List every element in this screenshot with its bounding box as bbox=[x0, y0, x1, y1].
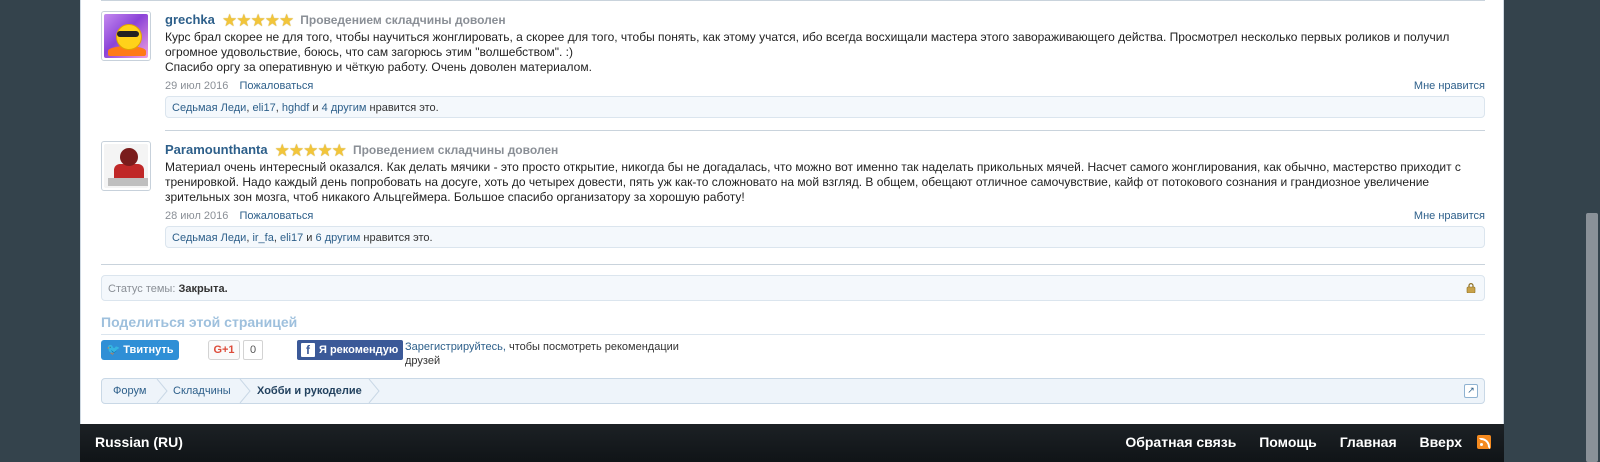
jump-to-icon[interactable]: ↗ bbox=[1464, 384, 1478, 398]
facebook-label: Я рекомендую bbox=[319, 344, 399, 356]
username-link[interactable]: grechka bbox=[165, 12, 215, 27]
chevron-right-icon bbox=[368, 379, 380, 403]
message-line: огромное удовольствие, боюсь, что сам за… bbox=[165, 45, 573, 59]
footer: Russian (RU) Обратная связь Помощь Главн… bbox=[80, 424, 1504, 462]
share-title: Поделиться этой страницей bbox=[101, 312, 1485, 335]
post-meta: 29 июл 2016 Пожаловаться Мне нравится bbox=[165, 79, 1485, 93]
gplus-button[interactable]: G+1 bbox=[208, 340, 240, 360]
tweet-label: Твитнуть bbox=[123, 344, 174, 356]
thread-status-value: Закрыта. bbox=[178, 283, 228, 295]
liker-link[interactable]: Седьмая Леди bbox=[172, 232, 246, 244]
review-verdict: Проведением складчины доволен bbox=[300, 13, 506, 27]
avatar[interactable] bbox=[101, 141, 151, 191]
review-post: grechka ★★★★★ Проведением складчины дово… bbox=[101, 11, 1485, 123]
star-icon: ★ bbox=[303, 141, 318, 160]
post-date[interactable]: 28 июл 2016 bbox=[165, 210, 228, 222]
like-link[interactable]: Мне нравится bbox=[1414, 79, 1485, 93]
chevron-right-icon bbox=[239, 379, 251, 403]
breadcrumb-skladchiny[interactable]: Складчины bbox=[173, 379, 231, 403]
star-icon: ★ bbox=[278, 11, 294, 30]
likes-summary: Седьмая Леди, eli17, hghdf и 4 другим нр… bbox=[165, 96, 1485, 118]
post-header: grechka ★★★★★ Проведением складчины дово… bbox=[165, 11, 1485, 29]
language-chooser[interactable]: Russian (RU) bbox=[95, 434, 183, 450]
avatar[interactable] bbox=[101, 11, 151, 61]
post-content: Paramounthanta ★★★★★ Проведением складчи… bbox=[165, 141, 1485, 248]
scrollbar[interactable] bbox=[1583, 0, 1600, 462]
others-link[interactable]: 6 другим bbox=[316, 232, 361, 244]
others-link[interactable]: 4 другим bbox=[322, 102, 367, 114]
footer-link-top[interactable]: Вверх bbox=[1420, 434, 1462, 450]
liker-link[interactable]: Седьмая Леди bbox=[172, 102, 246, 114]
scrollbar-thumb[interactable] bbox=[1586, 213, 1598, 462]
footer-link-feedback[interactable]: Обратная связь bbox=[1125, 434, 1236, 450]
breadcrumb-hobby[interactable]: Хобби и рукоделие bbox=[257, 379, 362, 403]
liker-link[interactable]: hghdf bbox=[282, 102, 310, 114]
avatar-image bbox=[104, 144, 148, 188]
facebook-recommend-text: Зарегистрируйтесь, чтобы посмотреть реко… bbox=[405, 340, 695, 368]
likes-suffix: нравится это. bbox=[363, 232, 433, 244]
gplus-count: 0 bbox=[243, 340, 263, 360]
post-date[interactable]: 29 июл 2016 bbox=[165, 80, 228, 92]
rss-icon[interactable] bbox=[1477, 435, 1491, 449]
footer-link-home[interactable]: Главная bbox=[1340, 434, 1397, 450]
review-post: Paramounthanta ★★★★★ Проведением складчи… bbox=[101, 141, 1485, 253]
message-line: зрительных зон мозга, чтоб никакого Альц… bbox=[165, 190, 745, 204]
footer-link-help[interactable]: Помощь bbox=[1259, 434, 1317, 450]
username-link[interactable]: Paramounthanta bbox=[165, 142, 268, 157]
post-message: Курс брал скорее не для того, чтобы науч… bbox=[165, 30, 1485, 75]
star-icon: ★ bbox=[331, 141, 347, 160]
liker-link[interactable]: eli17 bbox=[280, 232, 303, 244]
report-link[interactable]: Пожаловаться bbox=[239, 210, 313, 222]
facebook-recommend-button[interactable]: f Я рекомендую bbox=[297, 340, 403, 360]
star-icon: ★ bbox=[317, 141, 332, 160]
post-meta: 28 июл 2016 Пожаловаться Мне нравится bbox=[165, 209, 1485, 223]
star-icon: ★ bbox=[288, 141, 304, 160]
post-divider bbox=[101, 264, 1485, 265]
post-content: grechka ★★★★★ Проведением складчины дово… bbox=[165, 11, 1485, 118]
likes-and: и bbox=[312, 102, 319, 114]
likes-suffix: нравится это. bbox=[369, 102, 439, 114]
tweet-button[interactable]: 🐦 Твитнуть bbox=[101, 340, 179, 360]
breadcrumb: Форум Складчины Хобби и рукоделие ↗ bbox=[101, 378, 1485, 404]
likes-summary: Седьмая Леди, ir_fa, eli17 и 6 другим нр… bbox=[165, 226, 1485, 248]
message-line: Спасибо оргу за оперативную и чёткую раб… bbox=[165, 60, 592, 74]
message-line: Материал очень интересный оказался. Как … bbox=[165, 160, 1461, 174]
review-verdict: Проведением складчины доволен bbox=[352, 143, 559, 157]
post-header: Paramounthanta ★★★★★ Проведением складчи… bbox=[165, 141, 1485, 159]
star-icon: ★ bbox=[264, 11, 280, 30]
thread-status-label: Статус темы: bbox=[108, 283, 176, 295]
message-line: тренировкой. Надо каждый день попробоват… bbox=[165, 175, 1430, 189]
footer-links: Обратная связь Помощь Главная Вверх bbox=[1106, 434, 1462, 450]
star-icon: ★ bbox=[250, 11, 265, 30]
lock-icon bbox=[1466, 283, 1476, 293]
post-divider bbox=[165, 130, 1485, 131]
liker-link[interactable]: eli17 bbox=[252, 102, 275, 114]
report-link[interactable]: Пожаловаться bbox=[239, 80, 313, 92]
star-icon: ★ bbox=[274, 141, 290, 160]
star-icon: ★ bbox=[221, 11, 237, 30]
register-link[interactable]: Зарегистрируйтесь, bbox=[405, 341, 506, 353]
message-line: Курс брал скорее не для того, чтобы науч… bbox=[165, 30, 1450, 44]
star-icon: ★ bbox=[236, 11, 251, 30]
like-link[interactable]: Мне нравится bbox=[1414, 209, 1485, 223]
post-message: Материал очень интересный оказался. Как … bbox=[165, 160, 1485, 205]
avatar-image bbox=[104, 14, 148, 58]
twitter-icon: 🐦 bbox=[106, 344, 121, 356]
page-content: grechka ★★★★★ Проведением складчины дово… bbox=[80, 0, 1504, 424]
facebook-icon: f bbox=[301, 343, 315, 357]
divider bbox=[101, 0, 1485, 1]
thread-status: Статус темы: Закрыта. bbox=[101, 275, 1485, 301]
chevron-right-icon bbox=[156, 379, 168, 403]
breadcrumb-forum[interactable]: Форум bbox=[113, 379, 146, 403]
liker-link[interactable]: ir_fa bbox=[252, 232, 273, 244]
likes-and: и bbox=[306, 232, 313, 244]
